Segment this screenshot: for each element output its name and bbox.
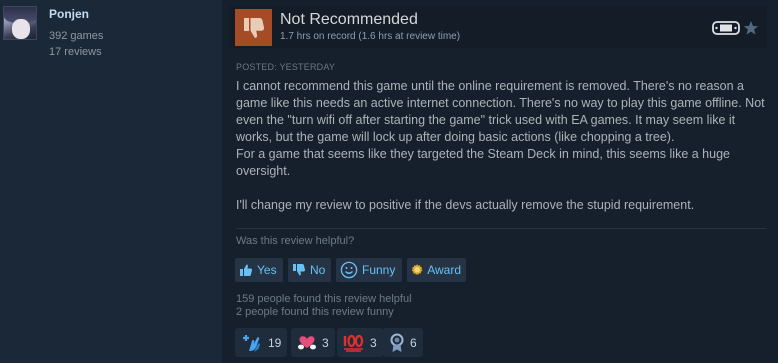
funny-count: 2 people found this review funny xyxy=(236,306,394,318)
award-button[interactable]: Award xyxy=(407,258,466,282)
divider xyxy=(236,228,766,229)
review-paragraph: I cannot recommend this game until the o… xyxy=(236,79,765,144)
award-icon xyxy=(411,264,423,275)
hundred-points-icon xyxy=(343,334,364,352)
medal-icon xyxy=(390,333,404,352)
vote-no-button[interactable]: No xyxy=(288,258,331,282)
reaction-award-count: 3 xyxy=(322,335,329,350)
helpful-count: 159 people found this review helpful xyxy=(236,293,412,305)
reaction-award[interactable]: 19 xyxy=(235,328,288,357)
vote-no-label: No xyxy=(310,263,326,277)
reaction-award[interactable]: 3 xyxy=(291,328,335,357)
reviews-count[interactable]: 17 reviews xyxy=(49,46,102,58)
vote-funny-button[interactable]: Funny xyxy=(336,258,402,282)
reaction-award-count: 6 xyxy=(410,335,417,350)
steam-deck-icon xyxy=(712,21,740,40)
review-card: Ponjen 392 games 17 reviews Not Recommen… xyxy=(0,0,778,363)
reaction-award[interactable]: 6 xyxy=(383,328,423,357)
vote-yes-label: Yes xyxy=(257,263,277,277)
clap-plus-icon xyxy=(243,334,260,352)
games-count[interactable]: 392 games xyxy=(49,30,103,42)
reaction-award[interactable]: 3 xyxy=(337,328,383,357)
review-text: I cannot recommend this game until the o… xyxy=(236,78,766,214)
author-panel: Ponjen 392 games 17 reviews xyxy=(0,0,222,363)
vote-yes-button[interactable]: Yes xyxy=(235,258,283,282)
review-paragraph: For a game that seems like they targeted… xyxy=(236,147,730,178)
star-icon xyxy=(743,20,759,41)
review-paragraph: I'll change my review to positive if the… xyxy=(236,198,695,212)
review-verdict: Not Recommended xyxy=(280,11,418,28)
author-name[interactable]: Ponjen xyxy=(49,7,89,21)
reaction-award-count: 3 xyxy=(370,335,377,350)
thumbs-down-icon xyxy=(235,9,272,46)
posted-date: POSTED: YESTERDAY xyxy=(236,62,336,72)
heart-hands-icon xyxy=(298,335,316,349)
review-header[interactable]: Not Recommended 1.7 hrs on record (1.6 h… xyxy=(229,6,767,48)
helpful-question: Was this review helpful? xyxy=(236,235,355,247)
review-paragraph-spacer xyxy=(236,180,766,197)
reaction-award-count: 19 xyxy=(268,335,282,350)
hours-on-record: 1.7 hrs on record (1.6 hrs at review tim… xyxy=(280,31,461,42)
vote-funny-label: Funny xyxy=(362,263,396,277)
award-label: Award xyxy=(427,263,461,277)
avatar[interactable] xyxy=(3,6,37,40)
thumbs-down-icon xyxy=(293,264,306,276)
thumbs-up-icon xyxy=(240,264,253,276)
smiley-icon xyxy=(340,261,358,279)
